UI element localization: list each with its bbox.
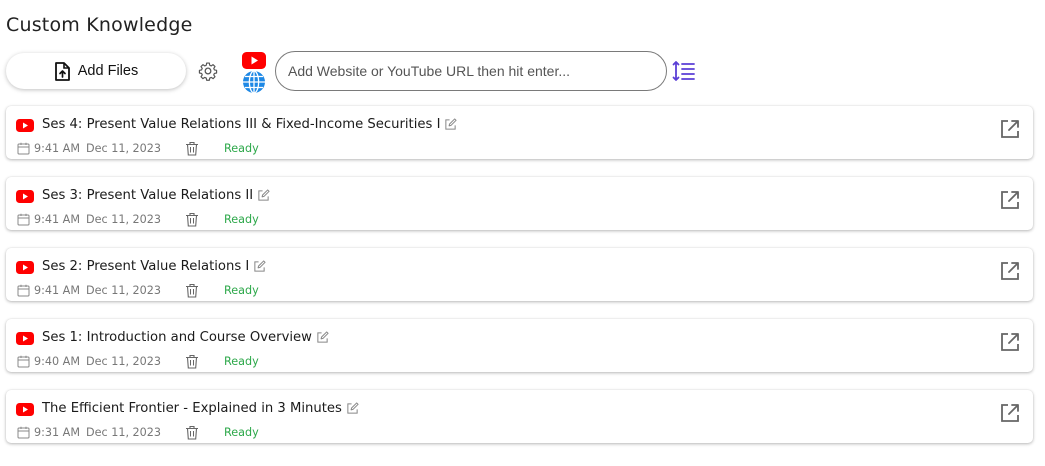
add-files-button[interactable]: Add Files (6, 53, 186, 89)
item-meta: 9:31 AM Dec 11, 2023 Ready (17, 425, 259, 440)
open-external-icon[interactable] (1000, 403, 1020, 423)
item-time: 9:40 AM (34, 355, 80, 368)
trash-icon[interactable] (185, 212, 199, 227)
item-date: Dec 11, 2023 (86, 213, 162, 226)
item-time: 9:41 AM (34, 213, 80, 226)
page-title: Custom Knowledge (6, 14, 193, 36)
item-time: 9:41 AM (34, 284, 80, 297)
youtube-icon (16, 403, 34, 416)
sort-icon[interactable] (672, 60, 696, 82)
item-date: Dec 11, 2023 (86, 426, 162, 439)
calendar-icon (17, 355, 30, 368)
knowledge-item[interactable]: Ses 2: Present Value Relations I 9:41 AM… (6, 248, 1033, 301)
knowledge-item[interactable]: The Efficient Frontier - Explained in 3 … (6, 390, 1033, 443)
youtube-icon (16, 190, 34, 203)
item-date: Dec 11, 2023 (86, 355, 162, 368)
globe-icon[interactable] (242, 70, 266, 94)
knowledge-list: Ses 4: Present Value Relations III & Fix… (6, 106, 1033, 461)
trash-icon[interactable] (185, 141, 199, 156)
youtube-icon (16, 261, 34, 274)
item-meta: 9:40 AM Dec 11, 2023 Ready (17, 354, 259, 369)
status-badge: Ready (224, 355, 259, 368)
item-meta: 9:41 AM Dec 11, 2023 Ready (17, 212, 259, 227)
source-icons (241, 50, 267, 94)
edit-icon[interactable] (253, 260, 266, 273)
item-time: 9:41 AM (34, 142, 80, 155)
edit-icon[interactable] (346, 402, 359, 415)
open-external-icon[interactable] (1000, 119, 1020, 139)
item-title: Ses 1: Introduction and Course Overview (42, 330, 312, 345)
open-external-icon[interactable] (1000, 190, 1020, 210)
youtube-icon[interactable] (242, 52, 266, 69)
file-upload-icon (54, 61, 70, 81)
item-date: Dec 11, 2023 (86, 142, 162, 155)
edit-icon[interactable] (316, 331, 329, 344)
toolbar: Add Files (0, 50, 1045, 94)
status-badge: Ready (224, 284, 259, 297)
add-files-label: Add Files (77, 63, 139, 79)
edit-icon[interactable] (257, 189, 270, 202)
status-badge: Ready (224, 142, 259, 155)
item-meta: 9:41 AM Dec 11, 2023 Ready (17, 283, 259, 298)
knowledge-item[interactable]: Ses 3: Present Value Relations II 9:41 A… (6, 177, 1033, 230)
trash-icon[interactable] (185, 354, 199, 369)
item-title: The Efficient Frontier - Explained in 3 … (42, 401, 342, 416)
status-badge: Ready (224, 426, 259, 439)
calendar-icon (17, 213, 30, 226)
open-external-icon[interactable] (1000, 261, 1020, 281)
youtube-icon (16, 332, 34, 345)
gear-icon[interactable] (198, 61, 218, 81)
trash-icon[interactable] (185, 425, 199, 440)
item-title: Ses 2: Present Value Relations I (42, 259, 250, 274)
item-meta: 9:41 AM Dec 11, 2023 Ready (17, 141, 259, 156)
knowledge-item[interactable]: Ses 1: Introduction and Course Overview … (6, 319, 1033, 372)
open-external-icon[interactable] (1000, 332, 1020, 352)
knowledge-item[interactable]: Ses 4: Present Value Relations III & Fix… (6, 106, 1033, 159)
youtube-icon (16, 119, 34, 132)
item-date: Dec 11, 2023 (86, 284, 162, 297)
edit-icon[interactable] (444, 118, 458, 131)
trash-icon[interactable] (185, 283, 199, 298)
item-title: Ses 4: Present Value Relations III & Fix… (42, 117, 441, 132)
item-title: Ses 3: Present Value Relations II (42, 188, 254, 203)
calendar-icon (17, 284, 30, 297)
calendar-icon (17, 426, 30, 439)
url-input[interactable] (275, 51, 667, 91)
status-badge: Ready (224, 213, 259, 226)
item-time: 9:31 AM (34, 426, 80, 439)
calendar-icon (17, 142, 30, 155)
